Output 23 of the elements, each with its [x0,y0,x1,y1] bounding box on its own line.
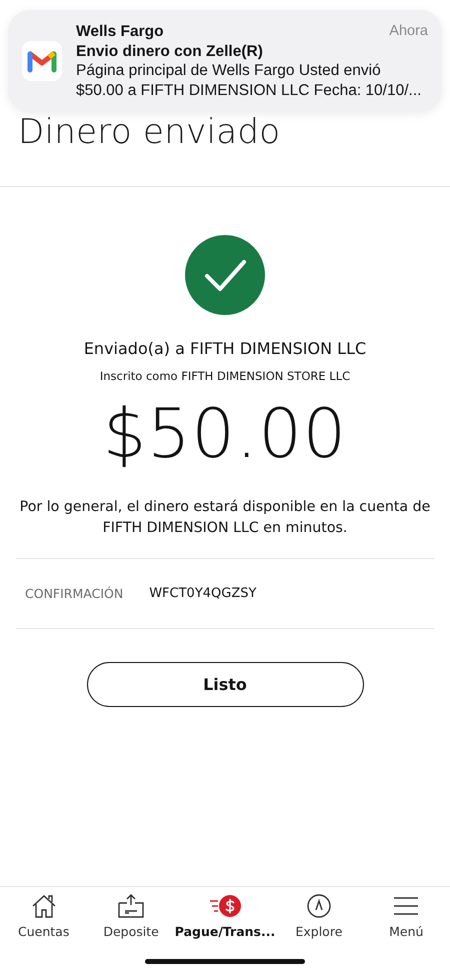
payment-icon [208,893,242,919]
tab[interactable]: Deposite [87,893,175,939]
notification-body: Página principal de Wells Fargo Usted envió $50.00 a FIFTH DIMENSION LLC Fecha: 10/10/... [76,61,422,100]
amount-text: $50.00 [103,395,347,475]
tab[interactable]: Menú [362,893,450,939]
tab[interactable]: Explore [275,893,363,939]
tab[interactable]: Pague/Trans... [174,893,276,939]
deposit-icon [117,893,146,919]
enrolled-as-text: Inscrito como FIFTH DIMENSION STORE LLC [100,369,350,383]
done-button[interactable]: Listo [86,662,364,707]
confirmation-label: CONFIRMACIÓN [25,586,124,601]
page-title: Dinero enviado [18,112,282,152]
notification-app-name: Wells Fargo [76,22,164,42]
tab[interactable]: Cuentas [0,893,88,939]
mail-app-icon [22,41,62,81]
success-check-icon [185,235,265,315]
notification-time: Ahora [389,22,428,41]
recipient-text: Enviado(a) a FIFTH DIMENSION LLC [84,339,366,358]
notification-subject: Envio dinero con Zelle(R) [76,42,264,61]
compass-icon [306,893,332,919]
home-icon [30,893,57,919]
confirmation-number: WFCT0Y4QGZSY [149,586,256,601]
availability-note: Por lo general, el dinero estará disponible en la cuenta de FIFTH DIMENSION LLC en minutos. [18,498,432,538]
